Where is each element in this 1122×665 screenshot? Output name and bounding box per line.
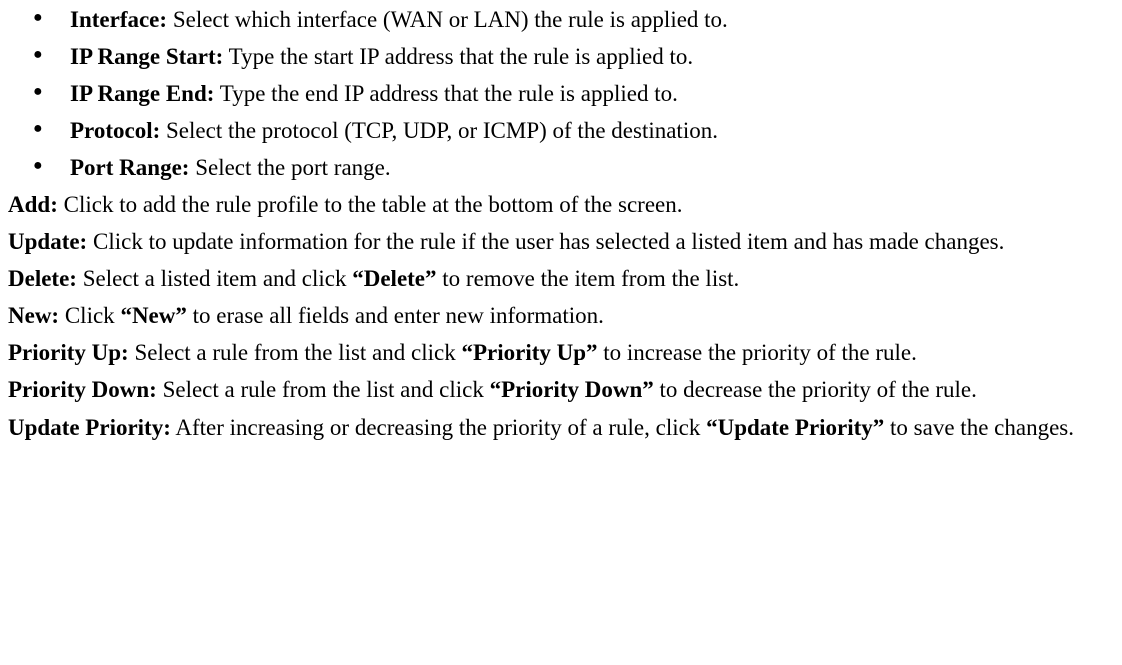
para-desc: Click to add the rule profile to the tab…	[58, 192, 683, 217]
bullet-desc: Type the end IP address that the rule is…	[214, 81, 677, 106]
bullet-label: Protocol:	[70, 118, 160, 143]
bullet-desc: Select which interface (WAN or LAN) the …	[167, 7, 728, 32]
para-pre: Select a listed item and click	[77, 266, 352, 291]
para-post: to remove the item from the list.	[437, 266, 740, 291]
para-bold: “Priority Down”	[490, 377, 654, 402]
bullet-protocol: Protocol: Select the protocol (TCP, UDP,…	[8, 115, 1100, 146]
para-label: Priority Down:	[8, 377, 157, 402]
para-label: Update Priority:	[8, 415, 171, 440]
bullet-interface: Interface: Select which interface (WAN o…	[8, 4, 1100, 35]
bullet-ip-range-start: IP Range Start: Type the start IP addres…	[8, 41, 1100, 72]
bullet-desc: Type the start IP address that the rule …	[223, 44, 693, 69]
para-pre: Select a rule from the list and click	[129, 340, 462, 365]
para-priority-up: Priority Up: Select a rule from the list…	[8, 337, 1100, 368]
para-pre: Click	[59, 303, 120, 328]
para-label: Update:	[8, 229, 87, 254]
bullet-label: Interface:	[70, 7, 167, 32]
para-new: New: Click “New” to erase all fields and…	[8, 300, 1100, 331]
bullet-desc: Select the protocol (TCP, UDP, or ICMP) …	[160, 118, 718, 143]
para-bold: “Update Priority”	[706, 415, 884, 440]
para-label: Priority Up:	[8, 340, 129, 365]
para-label: New:	[8, 303, 59, 328]
para-bold: “Delete”	[352, 266, 436, 291]
para-post: to erase all fields and enter new inform…	[187, 303, 604, 328]
para-desc: Click to update information for the rule…	[87, 229, 1004, 254]
field-list: Interface: Select which interface (WAN o…	[8, 4, 1100, 183]
para-post: to save the changes.	[884, 415, 1074, 440]
bullet-ip-range-end: IP Range End: Type the end IP address th…	[8, 78, 1100, 109]
para-post: to decrease the priority of the rule.	[654, 377, 977, 402]
bullet-desc: Select the port range.	[189, 155, 390, 180]
bullet-label: IP Range Start:	[70, 44, 223, 69]
para-pre: Select a rule from the list and click	[157, 377, 490, 402]
para-post: to increase the priority of the rule.	[598, 340, 917, 365]
para-label: Delete:	[8, 266, 77, 291]
para-add: Add: Click to add the rule profile to th…	[8, 189, 1100, 220]
para-label: Add:	[8, 192, 58, 217]
para-pre: After increasing or decreasing the prior…	[171, 415, 706, 440]
para-priority-down: Priority Down: Select a rule from the li…	[8, 374, 1100, 405]
para-update-priority: Update Priority: After increasing or dec…	[8, 412, 1100, 443]
para-bold: “New”	[120, 303, 186, 328]
para-delete: Delete: Select a listed item and click “…	[8, 263, 1100, 294]
bullet-label: Port Range:	[70, 155, 189, 180]
bullet-label: IP Range End:	[70, 81, 214, 106]
para-bold: “Priority Up”	[461, 340, 597, 365]
para-update: Update: Click to update information for …	[8, 226, 1100, 257]
bullet-port-range: Port Range: Select the port range.	[8, 152, 1100, 183]
